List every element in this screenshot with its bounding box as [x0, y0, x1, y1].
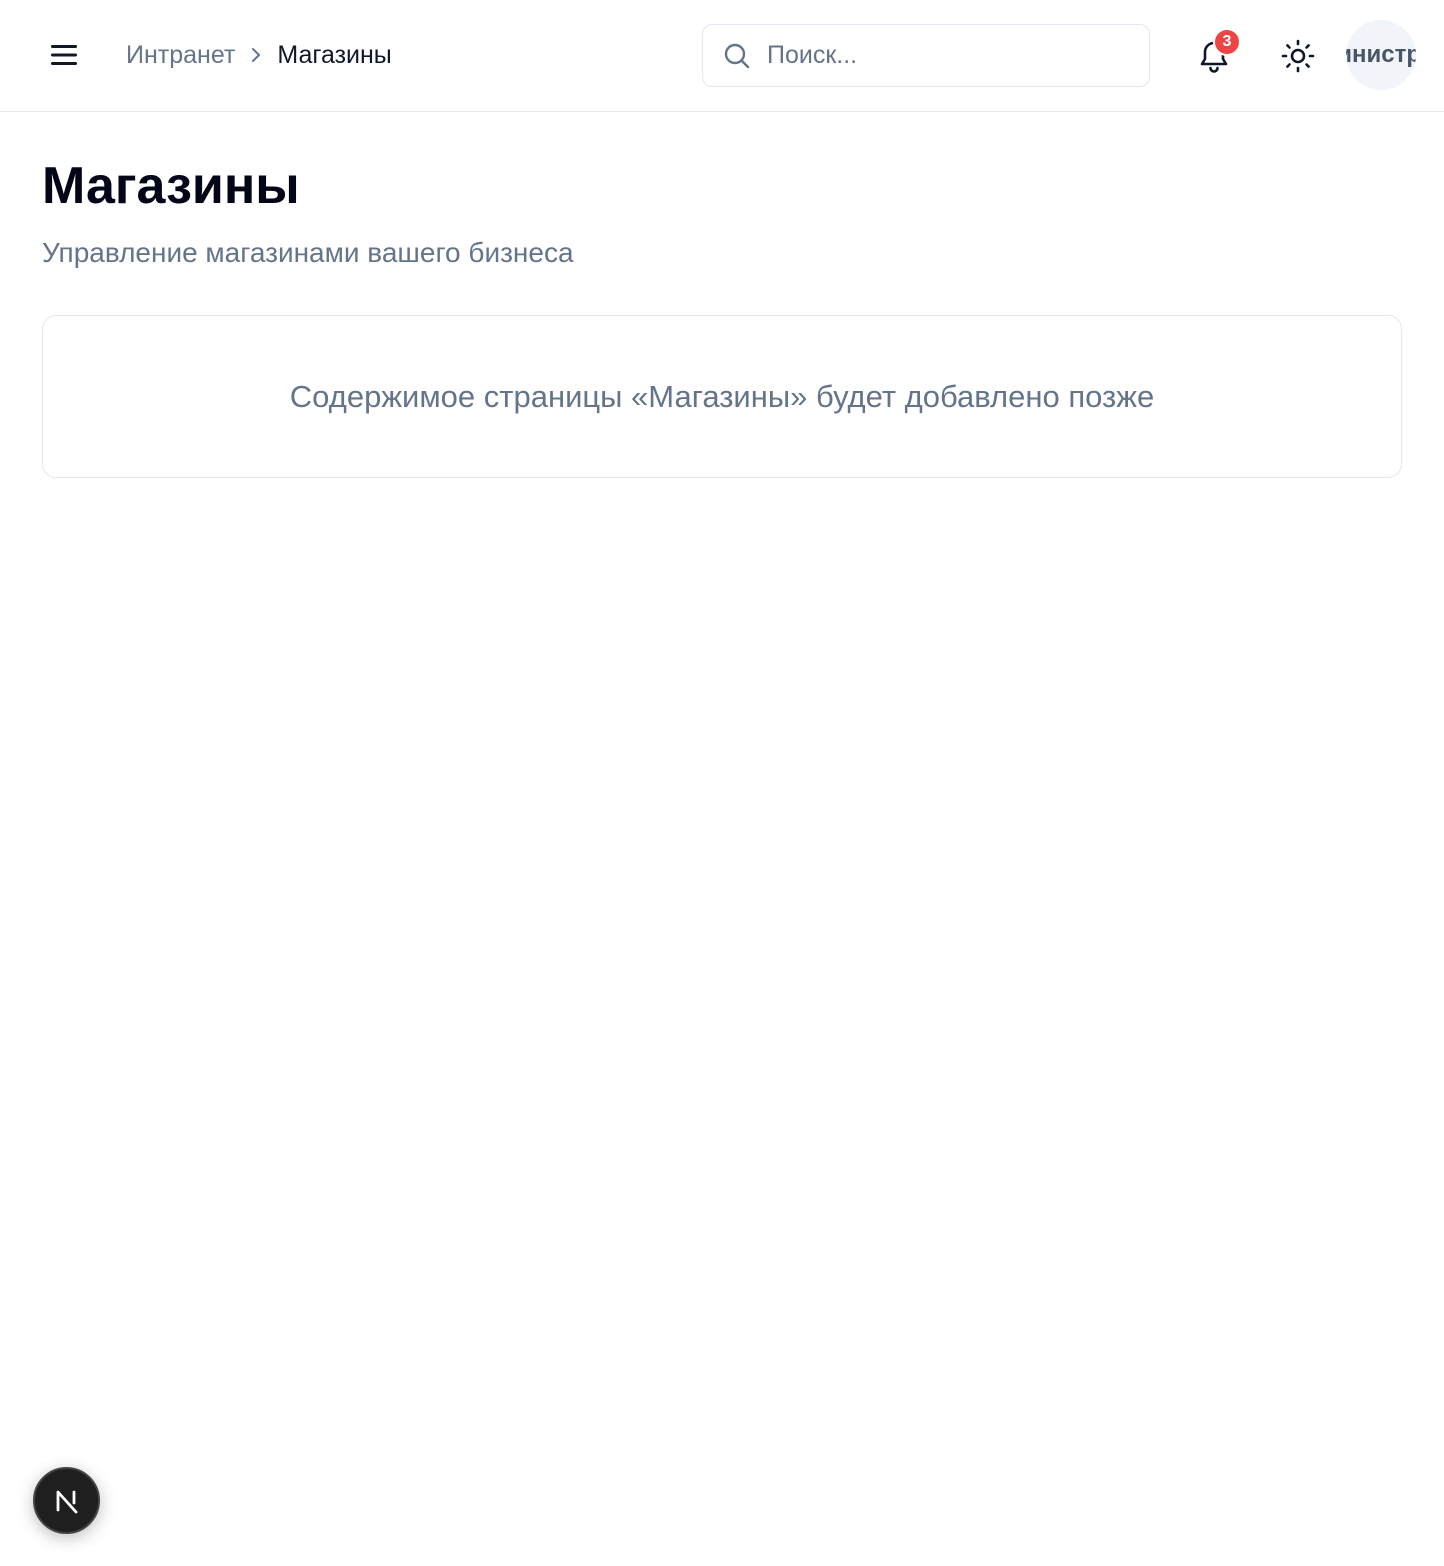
page: Интранет Магазины Поиск... 3 нистр Магаз…: [0, 0, 1444, 1566]
breadcrumb: Интранет Магазины: [126, 38, 392, 72]
content-placeholder-card: Содержимое страницы «Магазины» будет доб…: [42, 315, 1402, 478]
n-logo-icon: [52, 1486, 82, 1516]
page-title: Магазины: [42, 157, 300, 215]
menu-button[interactable]: [38, 30, 90, 80]
search-box[interactable]: [702, 24, 1150, 87]
breadcrumb-current: Магазины: [277, 40, 392, 69]
hamburger-icon: [49, 43, 79, 67]
top-bar: Интранет Магазины Поиск... 3 нистр: [0, 0, 1444, 112]
search-icon: [723, 42, 751, 70]
sun-icon: [1280, 38, 1316, 74]
dev-tools-button[interactable]: N: [33, 1467, 100, 1534]
breadcrumb-root[interactable]: Интранет: [126, 41, 235, 70]
avatar-label: Администратор: [1346, 41, 1416, 68]
chevron-right-icon: [235, 38, 277, 72]
search-input[interactable]: [767, 41, 1107, 70]
notification-count-badge: 3: [1213, 28, 1241, 56]
page-subtitle: Управление магазинами вашего бизнеса: [42, 237, 574, 268]
content-placeholder-text: Содержимое страницы «Магазины» будет доб…: [289, 378, 1155, 414]
theme-toggle-button[interactable]: [1272, 30, 1324, 82]
avatar[interactable]: Администратор: [1346, 20, 1416, 90]
